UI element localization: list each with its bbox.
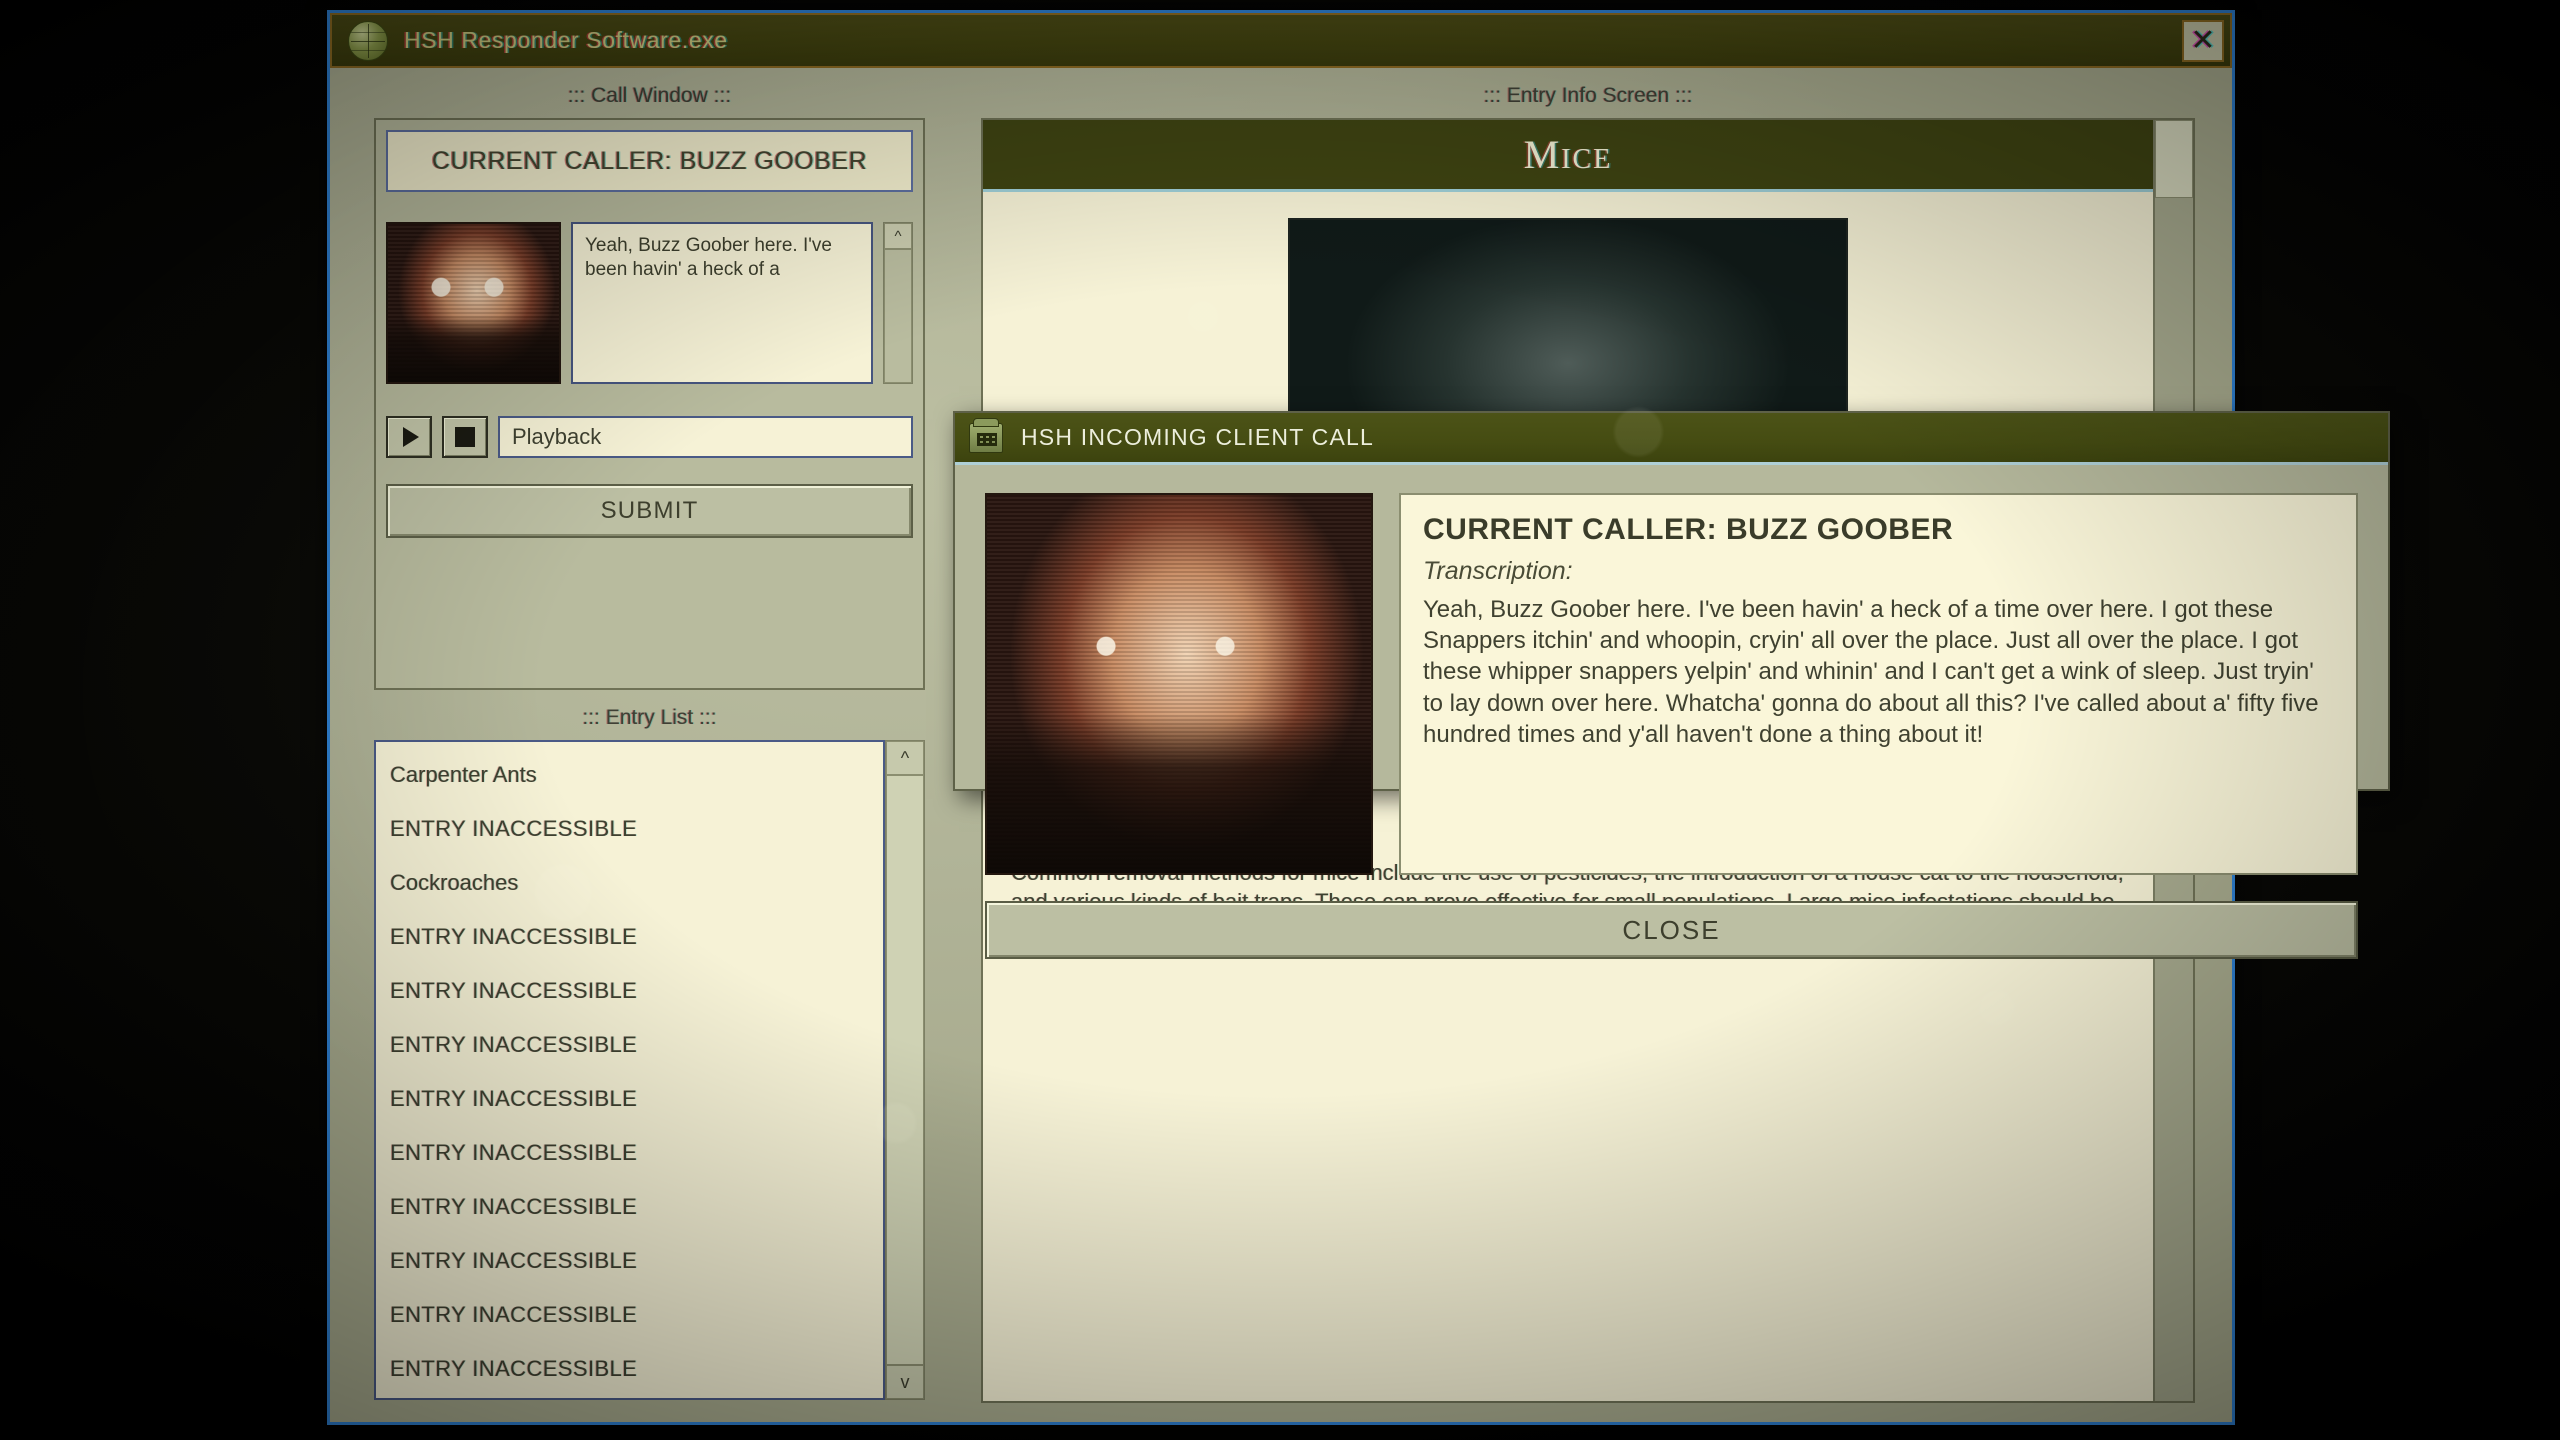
dialog-title: HSH INCOMING CLIENT CALL <box>1021 424 1374 451</box>
globe-icon <box>348 21 388 61</box>
submit-button[interactable]: SUBMIT <box>386 484 913 538</box>
entry-title-bar: Mice <box>983 120 2153 192</box>
scrollbar-track[interactable] <box>884 249 912 383</box>
dialog-caller-name: CURRENT CALLER: BUZZ GOOBER <box>1423 513 2334 547</box>
scrollbar-thumb[interactable] <box>2155 120 2193 198</box>
window-close-button[interactable]: ✕ <box>2182 20 2224 62</box>
transcript-preview-box: Yeah, Buzz Goober here. I've been havin'… <box>571 222 873 384</box>
list-item[interactable]: ENTRY INACCESSIBLE <box>376 1180 883 1234</box>
current-caller-banner: CURRENT CALLER: BUZZ GOOBER <box>386 130 913 192</box>
playback-status-field: Playback <box>498 416 913 458</box>
list-item[interactable]: ENTRY INACCESSIBLE <box>376 1342 883 1396</box>
window-titlebar: HSH Responder Software.exe ✕ <box>330 13 2232 68</box>
caller-portrait-thumbnail <box>386 222 561 384</box>
list-item[interactable]: ENTRY INACCESSIBLE <box>376 964 883 1018</box>
entry-list[interactable]: Carpenter Ants ENTRY INACCESSIBLE Cockro… <box>374 740 885 1400</box>
page-title: Mice <box>1524 131 1613 178</box>
caller-row: Yeah, Buzz Goober here. I've been havin'… <box>386 222 913 384</box>
entry-list-scrollbar[interactable]: ^ v <box>885 740 925 1400</box>
dialog-titlebar: HSH INCOMING CLIENT CALL <box>955 413 2388 465</box>
incoming-call-dialog: HSH INCOMING CLIENT CALL CURRENT CALLER:… <box>953 411 2390 791</box>
dialog-body: CURRENT CALLER: BUZZ GOOBER Transcriptio… <box>955 465 2388 875</box>
application-body: ::: Call Window ::: CURRENT CALLER: BUZZ… <box>330 68 2232 1422</box>
play-button[interactable] <box>386 416 432 458</box>
list-item[interactable]: ENTRY INACCESSIBLE <box>376 802 883 856</box>
stop-icon <box>455 427 475 447</box>
play-icon <box>403 427 419 447</box>
list-item[interactable]: ENTRY INACCESSIBLE <box>376 1126 883 1180</box>
list-item[interactable]: ENTRY INACCESSIBLE <box>376 910 883 964</box>
call-window-caption: ::: Call Window ::: <box>366 68 933 118</box>
scroll-down-arrow-icon[interactable]: v <box>886 1365 924 1399</box>
left-column: ::: Call Window ::: CURRENT CALLER: BUZZ… <box>366 68 933 1422</box>
list-item[interactable]: Cockroaches <box>376 856 883 910</box>
scrollbar-track[interactable] <box>886 775 924 1365</box>
list-item[interactable]: ENTRY INACCESSIBLE <box>376 1288 883 1342</box>
entry-list-caption: ::: Entry List ::: <box>366 690 933 740</box>
list-item[interactable]: Carpenter Ants <box>376 748 883 802</box>
application-window: HSH Responder Software.exe ✕ ::: Call Wi… <box>327 10 2235 1425</box>
playback-controls: Playback <box>386 416 913 458</box>
dialog-close-button[interactable]: CLOSE <box>985 901 2358 959</box>
telephone-icon <box>969 423 1003 453</box>
list-item[interactable]: ENTRY INACCESSIBLE <box>376 1234 883 1288</box>
scroll-up-arrow-icon[interactable]: ^ <box>886 741 924 775</box>
transcription-label: Transcription: <box>1423 557 2334 586</box>
stop-button[interactable] <box>442 416 488 458</box>
transcript-scrollbar[interactable]: ^ <box>883 222 913 384</box>
list-item[interactable]: ENTRY INACCESSIBLE <box>376 1072 883 1126</box>
screen: HSH Responder Software.exe ✕ ::: Call Wi… <box>0 0 2560 1440</box>
transcription-text: Yeah, Buzz Goober here. I've been havin'… <box>1423 594 2334 750</box>
caller-portrait <box>985 493 1373 875</box>
list-item[interactable]: ENTRY INACCESSIBLE <box>376 1018 883 1072</box>
call-window-panel: CURRENT CALLER: BUZZ GOOBER Yeah, Buzz G… <box>374 118 925 690</box>
entry-list-panel: Carpenter Ants ENTRY INACCESSIBLE Cockro… <box>374 740 925 1400</box>
entry-info-caption: ::: Entry Info Screen ::: <box>973 68 2203 118</box>
scroll-up-arrow-icon[interactable]: ^ <box>884 223 912 249</box>
caller-info-panel: CURRENT CALLER: BUZZ GOOBER Transcriptio… <box>1399 493 2358 875</box>
window-title: HSH Responder Software.exe <box>404 27 728 54</box>
